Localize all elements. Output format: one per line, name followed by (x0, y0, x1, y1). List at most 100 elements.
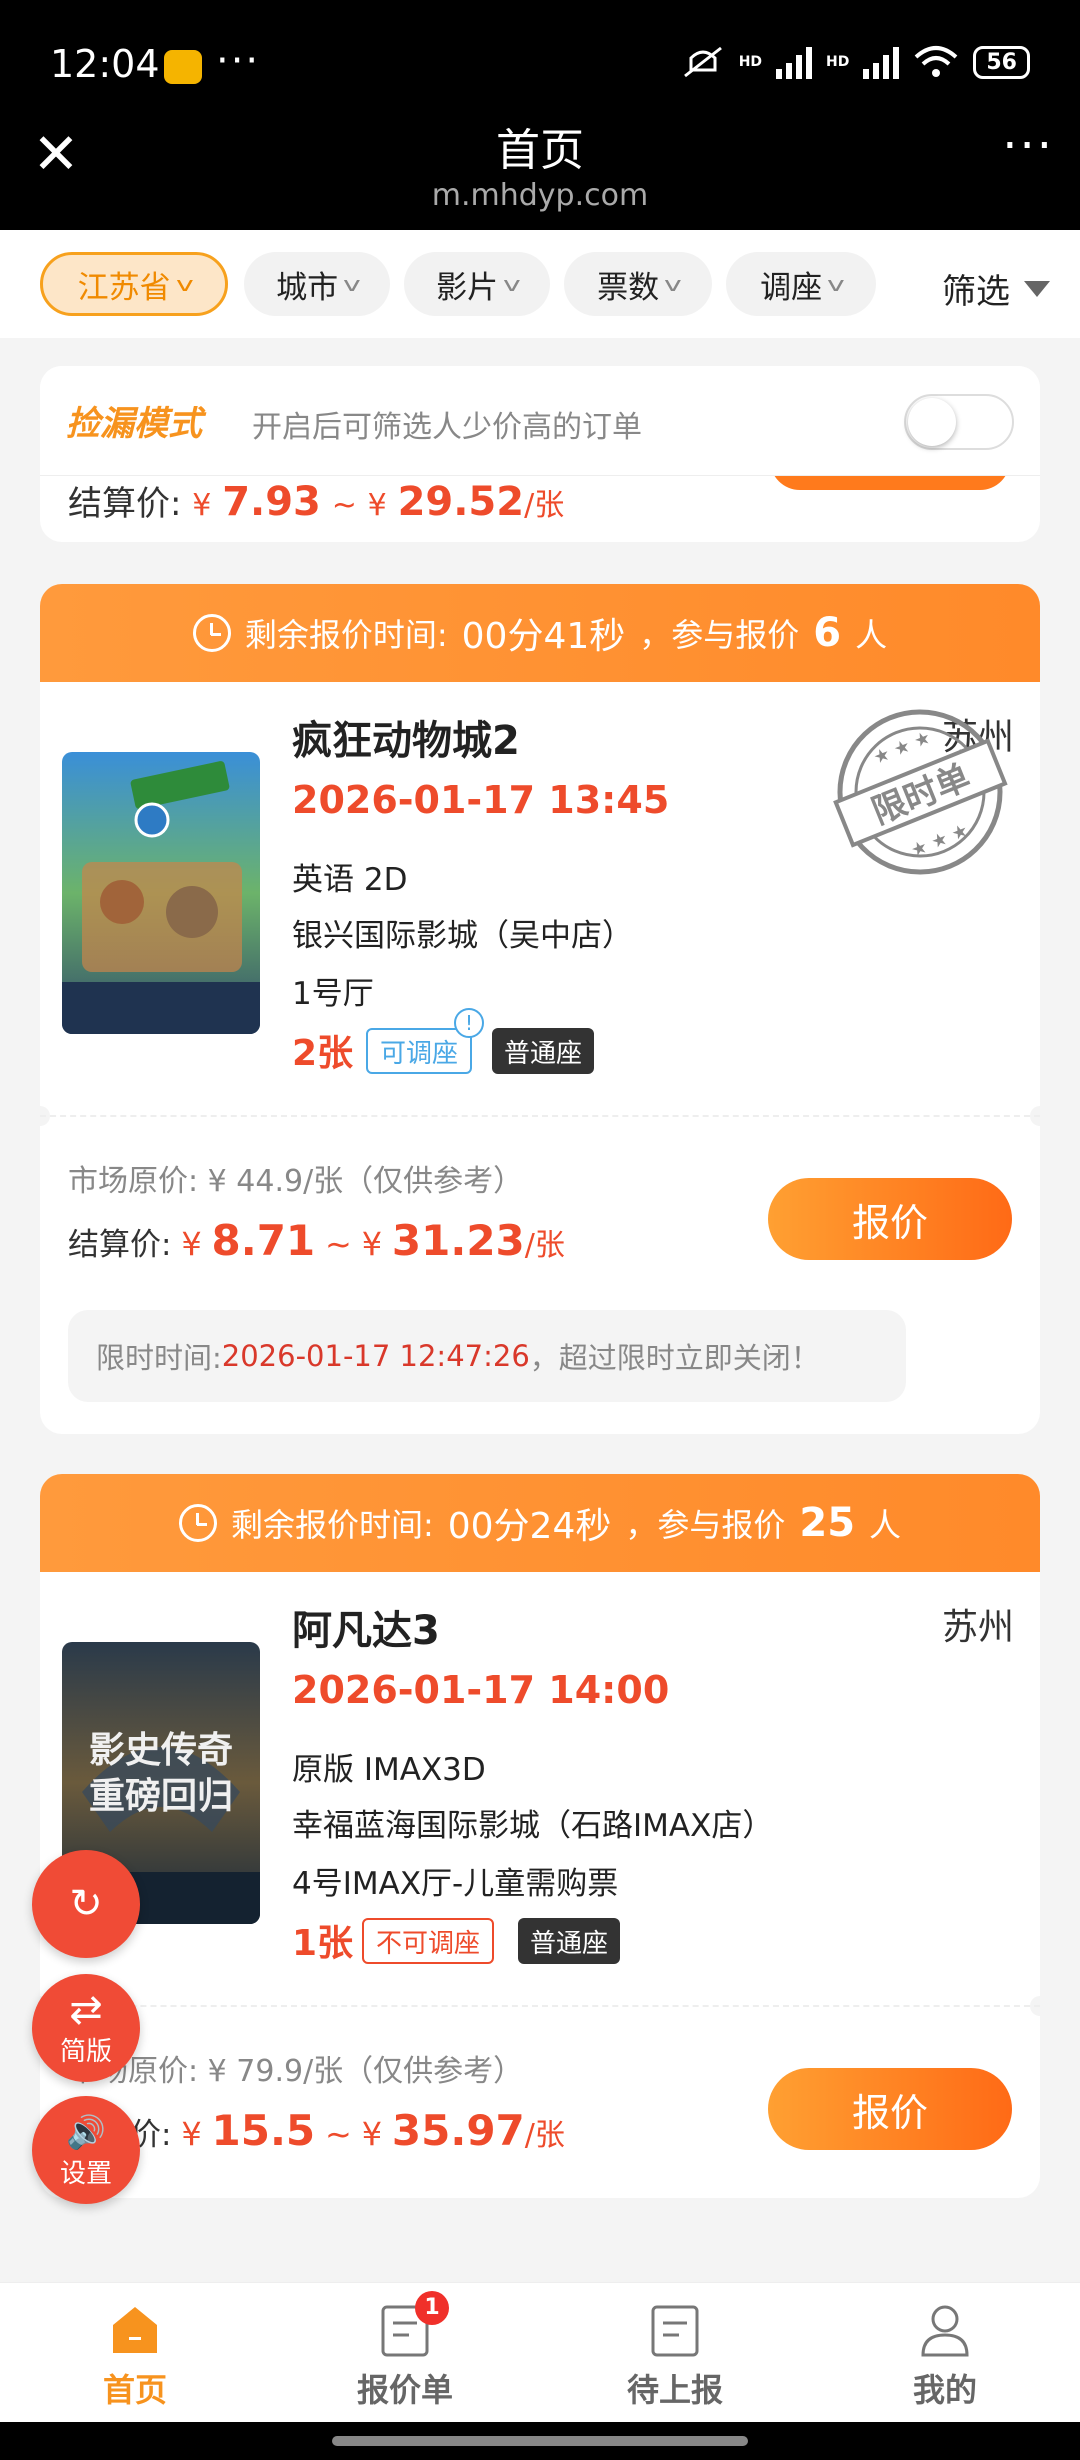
tab-mine[interactable]: 我的 (810, 2283, 1080, 2423)
order-card: 剩余报价时间: 00分24秒 ，参与报价 25 人 影史传奇重磅回归 阿凡达3 苏州… (40, 1474, 1040, 2198)
tab-home-label: 首页 (102, 2371, 167, 2409)
deadline-suffix: ，超过限时立即关闭！ (529, 1341, 820, 1375)
swap-icon: ⇄ (69, 1986, 103, 2033)
refresh-icon: ↻ (69, 1881, 103, 1927)
price-high: 35.97 (391, 2106, 525, 2155)
remain-time: 00分24秒 (447, 1506, 612, 1547)
tab-quotes[interactable]: 1 报价单 (270, 2283, 540, 2423)
currency: ¥ (367, 488, 387, 523)
card-divider (40, 2005, 1040, 2007)
refresh-button[interactable]: ↻ (32, 1850, 140, 1958)
tab-mine-label: 我的 (912, 2371, 977, 2409)
order-city: 苏州 (941, 1607, 1014, 1648)
price-unit: /张 (524, 2118, 565, 2153)
svg-text:★ ★ ★: ★ ★ ★ (908, 820, 971, 862)
home-indicator[interactable] (332, 2436, 748, 2446)
join-count: 6 (813, 610, 842, 656)
filter-city-label: 城市 (276, 269, 339, 306)
more-menu-button[interactable]: ··· (1002, 122, 1054, 170)
signal-icon-2 (863, 45, 900, 79)
hd-label-1: HD (738, 54, 763, 70)
bid-button[interactable]: 报价 (768, 2068, 1012, 2150)
join-label: ，参与报价 (639, 616, 800, 654)
market-price: 市场原价: ¥ 44.9/张（仅供参考） (68, 1164, 524, 1199)
filter-seat-adjust-label: 调座 (760, 269, 823, 306)
bid-button[interactable]: 报价 (768, 1178, 1012, 1260)
currency: ¥ (181, 2115, 202, 2153)
price-unit: /张 (524, 1228, 565, 1263)
hall-name: 4号IMAX厅-儿童需购票 (292, 1866, 619, 1902)
filter-bar: 江苏省 v 城市 v 影片 v 票数 v 调座 v 筛选 (0, 230, 1080, 338)
status-more-icon: ··· (216, 38, 261, 84)
quote-list-icon: 1 (379, 2291, 449, 2357)
bargain-mode-row: 捡漏模式 开启后可筛选人少价高的订单 (40, 366, 1040, 476)
limited-time-stamp: 限时单 ★ ★ ★ ★ ★ ★ (833, 709, 1008, 875)
info-icon[interactable]: ! (454, 1008, 485, 1038)
movie-title: 疯狂动物城2 (292, 718, 520, 764)
currency: ¥ (361, 1225, 383, 1263)
clock-icon (178, 1504, 217, 1542)
chevron-down-icon: v (664, 272, 682, 296)
settle-price: 结算价: ¥ 8.71 ~ ¥ 31.23/张 (68, 1216, 565, 1265)
partial-settle-price: 结算价: ¥ 7.93 ~ ¥ 29.52/张 (68, 476, 564, 525)
order-countdown-bar: 剩余报价时间: 00分41秒 ，参与报价 6 人 (40, 584, 1040, 682)
tab-pending[interactable]: 待上报 (540, 2283, 810, 2423)
bargain-mode-card: 结算价: ¥ 7.93 ~ ¥ 29.52/张 捡漏模式 开启后可筛选人少价高的… (40, 366, 1040, 542)
ticket-count: 2张 (292, 1033, 354, 1074)
bargain-mode-title: 捡漏模式 (66, 404, 202, 444)
price-sep: ~ (325, 2115, 352, 2153)
page-header: ✕ 首页 m.mhdyp.com ··· (0, 122, 1080, 230)
page-title: 首页 (496, 125, 584, 176)
movie-format: 原版 IMAX3D (292, 1752, 486, 1788)
price-high: 31.23 (391, 1216, 525, 1265)
price-low: 15.5 (211, 2106, 316, 2155)
price-low: 8.71 (211, 1216, 316, 1265)
price-high: 29.52 (397, 479, 525, 525)
filter-ticket-count[interactable]: 票数 v (564, 252, 712, 316)
settings-button[interactable]: 🔊 设置 (32, 2096, 140, 2204)
settle-label: 结算价: (68, 1227, 172, 1263)
market-price: 市场原价: ¥ 79.9/张（仅供参考） (68, 2054, 524, 2089)
remain-label: 剩余报价时间: (244, 616, 448, 654)
currency: ¥ (361, 2115, 383, 2153)
seat-adjustable-label: 可调座 (380, 1038, 459, 1069)
filter-button[interactable]: 筛选 (942, 264, 1050, 313)
status-right: HD HD 56 (681, 44, 1030, 80)
movie-title: 阿凡达3 (292, 1608, 440, 1654)
quote-badge: 1 (415, 2291, 449, 2325)
bargain-mode-toggle[interactable] (904, 394, 1014, 450)
join-label: ，参与报价 (625, 1506, 786, 1544)
settings-label: 设置 (59, 2158, 112, 2189)
remain-label: 剩余报价时间: (230, 1506, 434, 1544)
show-datetime: 2026-01-17 14:00 (292, 1668, 670, 1712)
bargain-mode-desc: 开启后可筛选人少价高的订单 (252, 410, 642, 445)
filter-button-label: 筛选 (942, 272, 1010, 312)
filter-province[interactable]: 江苏省 v (40, 252, 228, 316)
cinema-name: 幸福蓝海国际影城（石路IMAX店） (292, 1808, 774, 1844)
simple-mode-button[interactable]: ⇄ 简版 (32, 1974, 140, 2082)
filter-city[interactable]: 城市 v (244, 252, 390, 316)
speaker-icon: 🔊 (66, 2112, 106, 2151)
chevron-down-icon: v (343, 272, 361, 296)
clock-icon (192, 614, 231, 652)
hd-label-2: HD (826, 54, 850, 70)
seat-not-adjustable-tag: 不可调座 (362, 1918, 495, 1964)
bottom-tab-bar: 首页 1 报价单 待上报 我的 (0, 2282, 1080, 2422)
price-sep: ~ (325, 1225, 352, 1263)
seat-type-tag: 普通座 (518, 1918, 621, 1964)
filter-seat-adjust[interactable]: 调座 v (726, 252, 876, 316)
seat-type-tag: 普通座 (492, 1028, 595, 1074)
filter-movie[interactable]: 影片 v (404, 252, 550, 316)
battery-icon: 56 (973, 45, 1030, 79)
remain-time: 00分41秒 (461, 616, 626, 657)
home-icon (113, 2307, 157, 2353)
price-unit: /张 (524, 488, 565, 523)
tab-home[interactable]: 首页 (0, 2283, 270, 2423)
user-icon (921, 2305, 969, 2357)
deadline-box: 限时时间: 2026-01-17 12:47:26 ，超过限时立即关闭！ (68, 1310, 906, 1402)
movie-format: 英语 2D (292, 862, 408, 898)
page-url: m.mhdyp.com (431, 178, 649, 213)
mute-icon (683, 46, 722, 78)
pending-report-icon (651, 2305, 699, 2357)
notification-icon (164, 50, 202, 84)
